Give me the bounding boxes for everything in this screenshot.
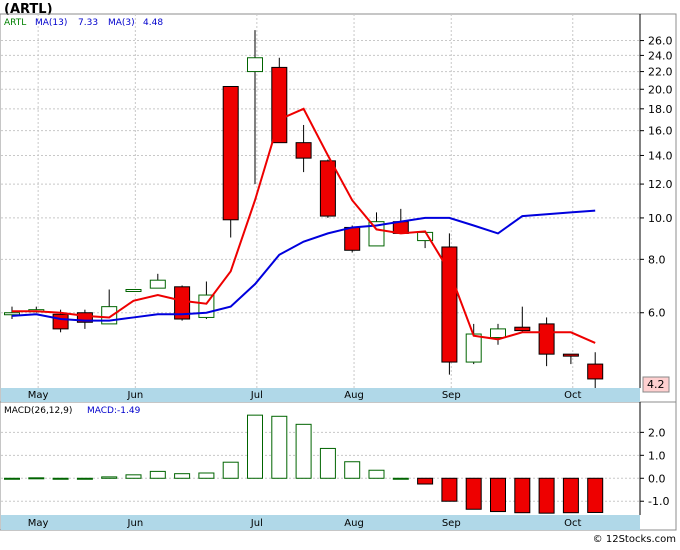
macd-bar [28,477,45,480]
candle-down [52,313,69,330]
macd-tick-label: 0.0 [648,472,666,485]
candle-down [344,226,361,251]
candle-down [295,142,312,159]
macd-bar [271,415,288,479]
month-label: Sep [442,390,461,401]
legend-ma13-value: 7.33 [78,18,98,28]
price-tick-label: 14.0 [648,149,673,162]
legend-ma13-label: MA(13) [35,18,67,28]
macd-bar [101,476,118,479]
candle-down [271,66,288,144]
candle-up [490,328,506,339]
macd-bar [562,477,579,514]
month-label: May [28,390,49,401]
macd-bar [125,474,142,479]
candle-down [222,85,239,221]
macd-bar [587,477,604,513]
legend-ma3-label: MA(3) [108,18,135,28]
month-label: Jul [250,390,263,401]
macd-bar [465,477,482,510]
macd-bar [4,477,20,480]
macd-legend-value: MACD:-1.49 [87,406,141,416]
macd-bar [76,477,93,480]
macd-bar [149,470,166,479]
candle-down [587,363,604,380]
macd-bar [441,477,458,502]
stock-chart: (ARTL) 6.0 8.0 10.0 12.0 14.0 16.0 18.0 20.0 22.… [0,0,680,546]
candle-down [538,323,555,355]
legend-symbol: ARTL [4,18,26,28]
macd-bar [198,472,215,479]
month-label: Oct [564,390,581,401]
month-label: Aug [344,518,364,529]
macd-bar [52,477,69,480]
month-label: Aug [344,390,364,401]
macd-bar [247,414,263,479]
candle-up [149,279,166,289]
candle-down [319,160,336,217]
macd-legend-label: MACD(26,12,9) [4,406,72,416]
month-label: Jul [250,518,263,529]
last-price-badge: 4.2 [647,378,665,391]
macd-bar [417,477,434,485]
price-tick-label: 24.0 [648,49,673,62]
macd-bar [392,477,409,480]
chart-title: (ARTL) [4,2,53,17]
macd-tick-label: 1.0 [648,449,666,462]
price-tick-label: 16.0 [648,125,673,138]
candle-down [514,326,531,332]
candle-up [4,312,20,316]
macd-bar [222,461,239,479]
macd-bar [538,477,555,514]
macd-bar [295,423,312,479]
month-label: Oct [564,518,581,529]
macd-bar [490,477,506,513]
macd-bar [344,461,361,479]
candle-down [562,353,579,357]
macd-tick-label: -1.0 [648,495,669,508]
price-tick-label: 20.0 [648,83,673,96]
macd-bar [368,469,385,479]
candle-up [465,333,482,363]
macd-bar [319,447,336,479]
macd-bar [174,473,191,479]
price-tick-label: 18.0 [648,103,673,116]
legend-ma3-value: 4.48 [143,18,163,28]
watermark: © 12Stocks.com [593,534,676,545]
macd-tick-label: 2.0 [648,426,666,439]
month-label: Jun [127,518,144,529]
price-tick-label: 22.0 [648,66,673,79]
month-label: May [28,518,49,529]
price-month-band [1,388,640,402]
macd-month-band [1,515,640,530]
chart-canvas: (ARTL) 6.0 8.0 10.0 12.0 14.0 16.0 18.0 20.0 22.… [0,0,680,546]
candle-up [125,289,142,293]
price-tick-label: 8.0 [648,253,666,266]
price-tick-label: 26.0 [648,35,673,48]
month-label: Sep [442,518,461,529]
month-label: Jun [127,390,144,401]
macd-bar [514,477,531,514]
candle-up [247,57,263,73]
price-tick-label: 12.0 [648,178,673,191]
price-tick-label: 6.0 [648,307,666,320]
candle-up [198,294,215,318]
price-tick-label: 10.0 [648,212,673,225]
